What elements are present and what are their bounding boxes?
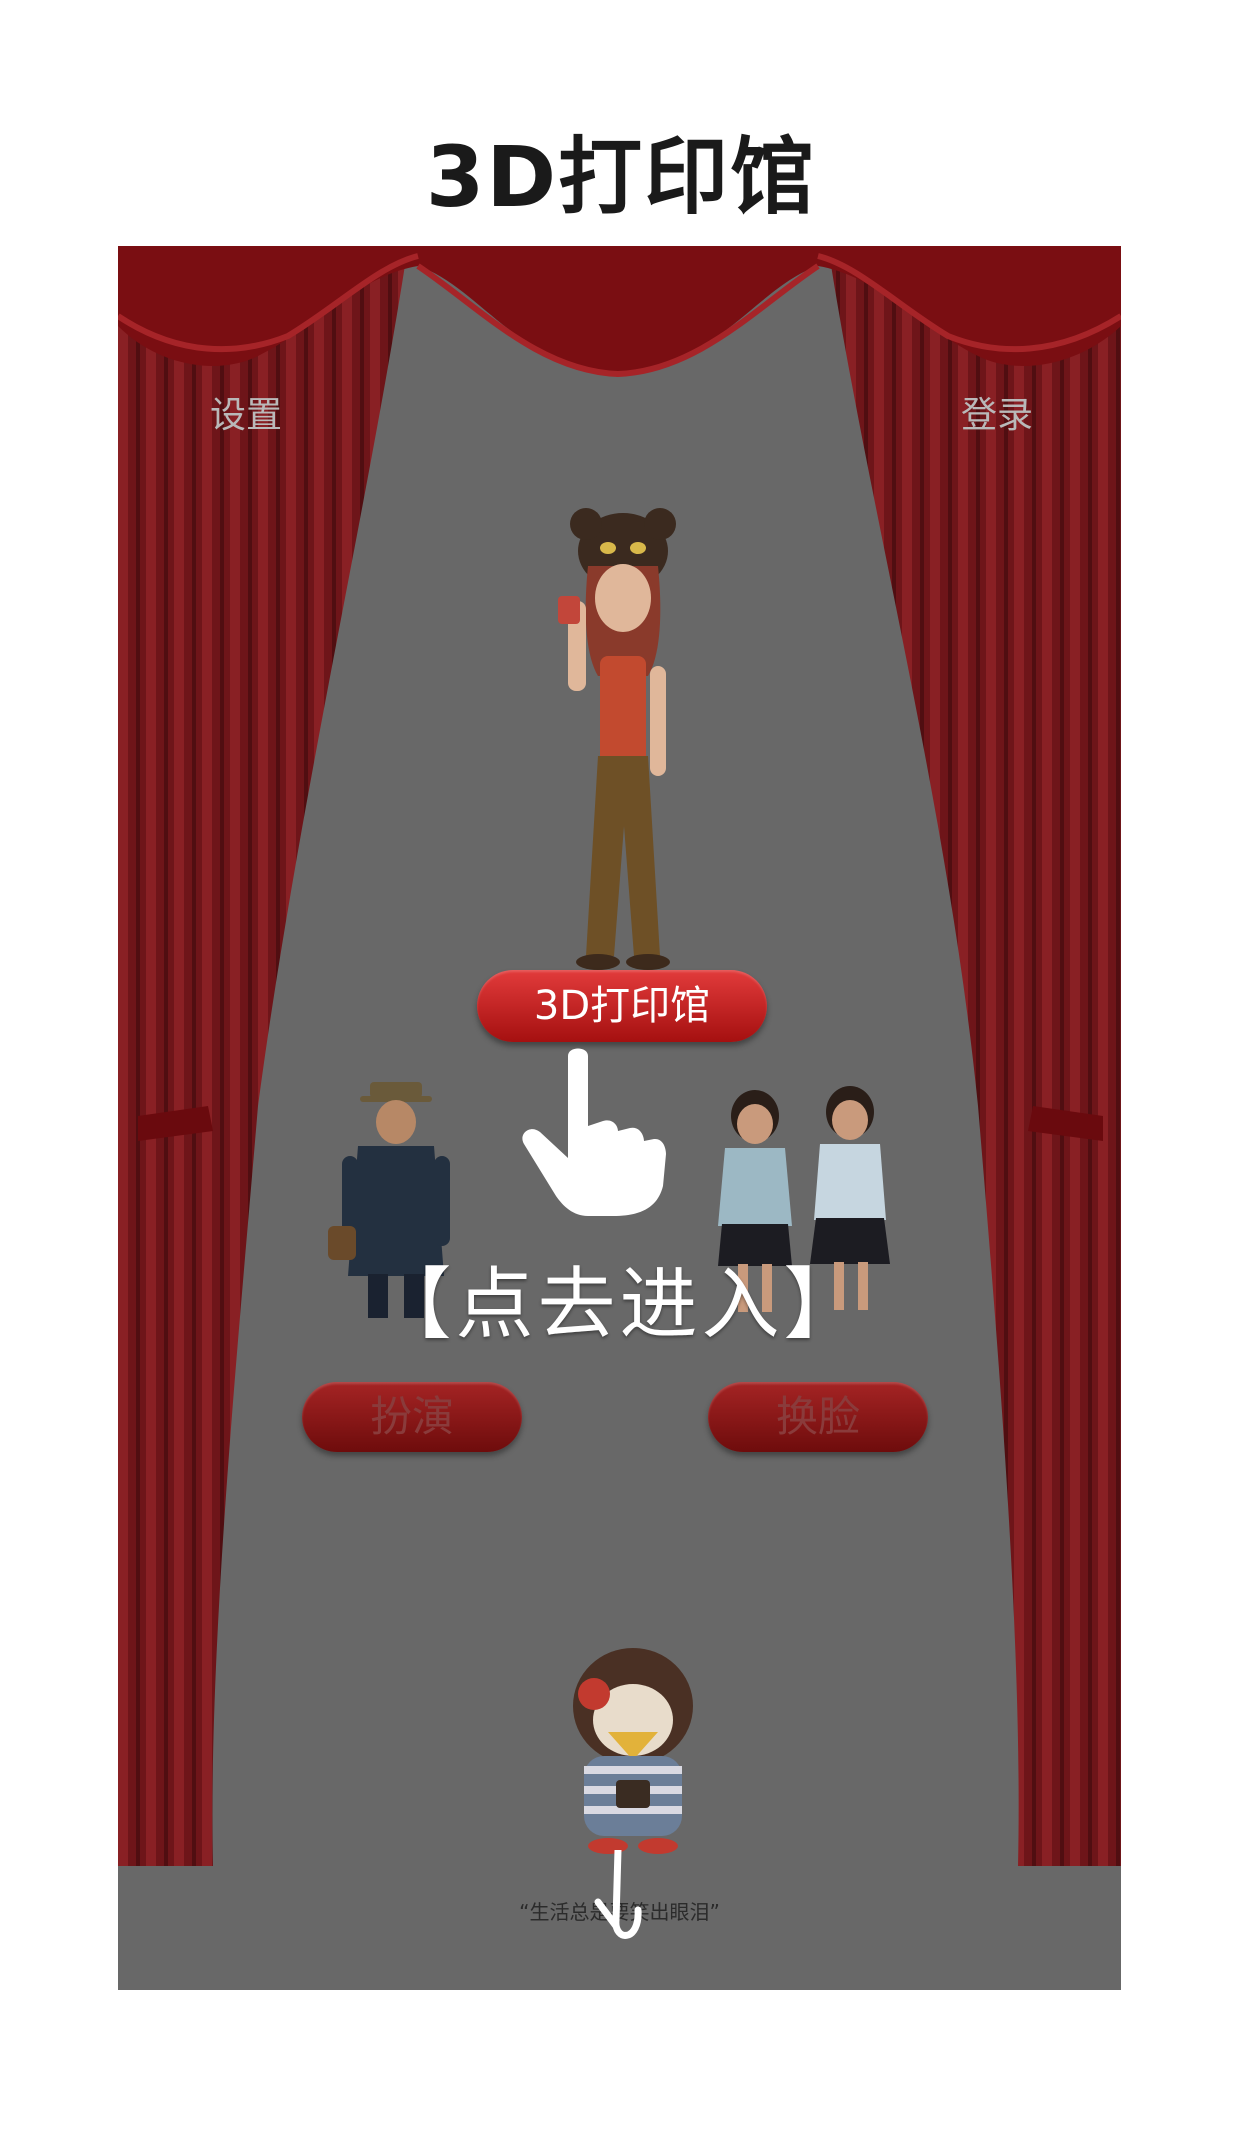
role-play-button[interactable]: 扮演	[302, 1382, 522, 1452]
pointing-hand-icon	[522, 1048, 666, 1216]
settings-link[interactable]: 设置	[210, 386, 282, 438]
stage-screen: 设置 登录 3D打印馆 【点去进入】 扮演 换脸 “生活总是要笑出眼泪”	[118, 246, 1121, 1990]
click-to-enter-hint: 【点去进入】	[373, 1260, 866, 1350]
3d-print-hall-button[interactable]: 3D打印馆	[477, 970, 767, 1042]
scroll-arrow-icon	[594, 1850, 642, 1939]
page-title: 3D打印馆	[425, 128, 817, 226]
featured-figure-image	[558, 508, 676, 970]
mascot-penguin-image	[573, 1648, 693, 1854]
login-link[interactable]: 登录	[961, 386, 1033, 438]
face-swap-button[interactable]: 换脸	[708, 1382, 928, 1452]
